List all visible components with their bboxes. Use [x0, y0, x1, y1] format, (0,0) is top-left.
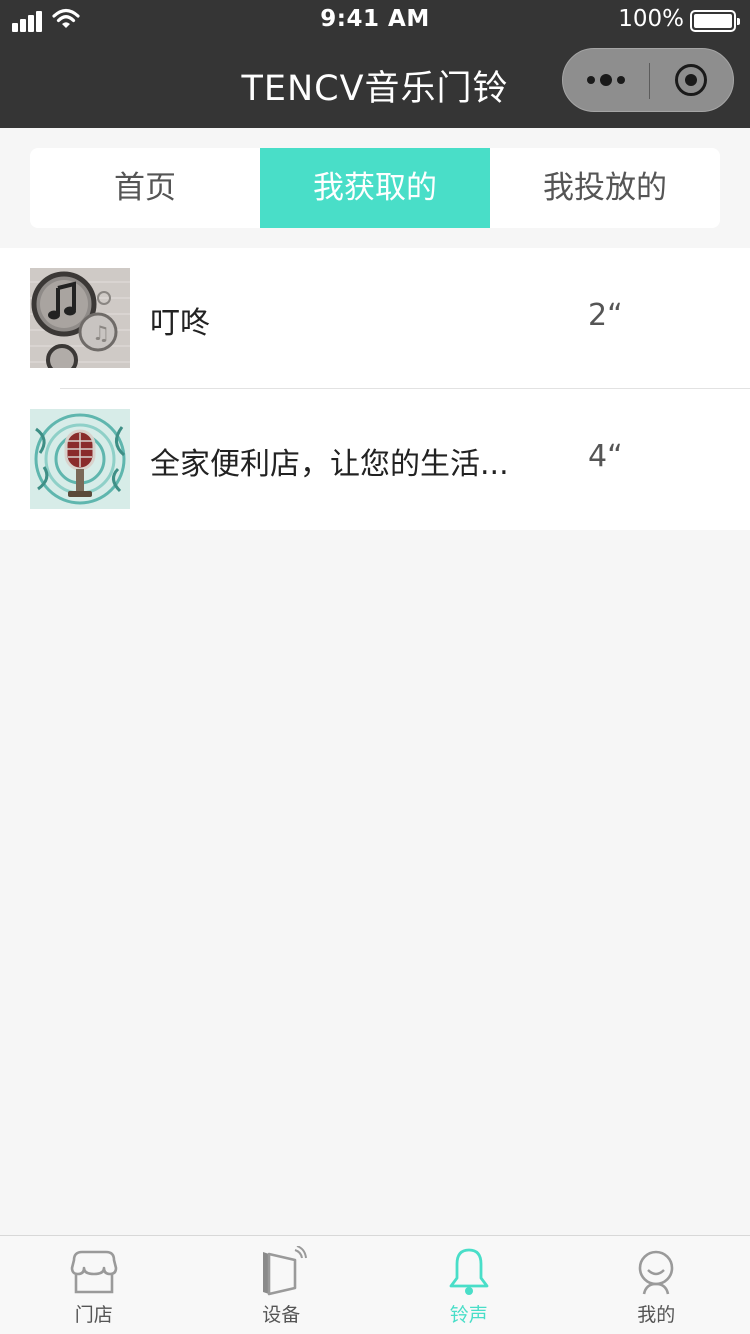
profile-icon	[638, 1250, 674, 1295]
tabbar-item-ringtone[interactable]: 铃声	[375, 1236, 563, 1334]
status-bar: 9:41 AM 100%	[0, 0, 750, 40]
microphone-art-icon	[30, 409, 130, 509]
store-icon	[70, 1250, 118, 1294]
music-note-art-icon: ♫	[30, 268, 130, 368]
close-mini-program-icon[interactable]	[675, 64, 707, 96]
device-icon	[263, 1246, 308, 1296]
tabbar-label: 门店	[74, 1304, 113, 1326]
capsule-divider	[649, 63, 650, 99]
ringtone-name: 全家便利店，让您的生活...	[150, 447, 509, 482]
ringtone-list: ♫ 叮咚 2“ 全家便利店，让您的生活... 4“	[0, 248, 750, 530]
tabbar-label: 我的	[637, 1304, 676, 1326]
segment-tabs: 首页 我获取的 我投放的	[30, 148, 720, 228]
tabbar-label: 设备	[262, 1304, 301, 1326]
navigation-bar: 9:41 AM 100% TENCV音乐门铃	[0, 0, 750, 128]
battery-percent: 100%	[618, 6, 684, 32]
tabbar-item-store[interactable]: 门店	[0, 1236, 188, 1334]
tab-placed[interactable]: 我投放的	[490, 148, 720, 228]
ringtone-duration: 2“	[588, 298, 623, 333]
list-item[interactable]: 全家便利店，让您的生活... 4“	[30, 389, 720, 529]
ringtone-duration: 4“	[588, 439, 623, 474]
tab-obtained[interactable]: 我获取的	[260, 148, 490, 228]
ringtone-name: 叮咚	[150, 306, 210, 341]
bottom-tab-bar: 门店 设备 铃声 我的	[0, 1235, 750, 1334]
bell-icon	[449, 1248, 489, 1295]
list-item[interactable]: ♫ 叮咚 2“	[30, 248, 750, 389]
tab-home[interactable]: 首页	[30, 148, 260, 228]
more-options-icon[interactable]	[563, 49, 649, 111]
battery-icon	[690, 10, 740, 32]
svg-text:♫: ♫	[92, 321, 110, 345]
tabbar-item-mine[interactable]: 我的	[563, 1236, 750, 1334]
tabbar-label: 铃声	[449, 1304, 488, 1326]
mini-program-capsule	[562, 48, 734, 112]
tabbar-item-device[interactable]: 设备	[188, 1236, 376, 1334]
